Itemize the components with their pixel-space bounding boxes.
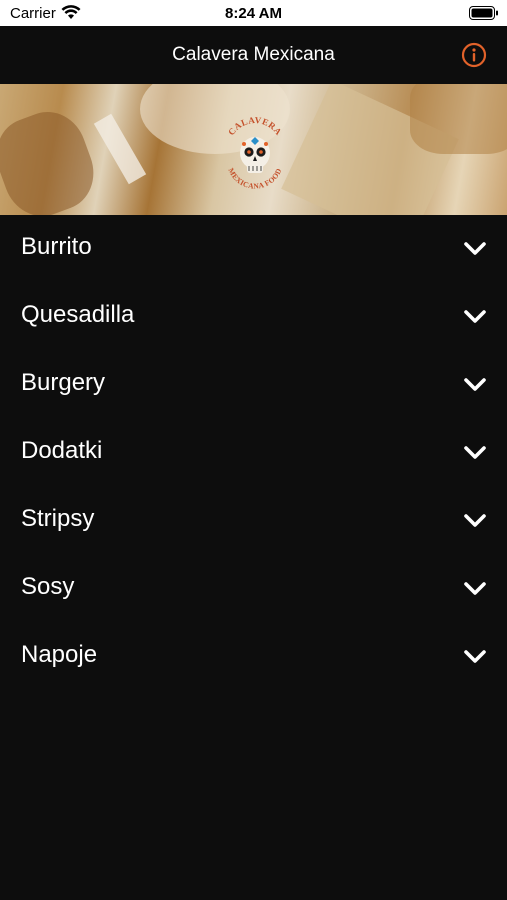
chevron-down-icon[interactable]: [463, 306, 487, 328]
menu-item-burgery[interactable]: Burgery: [0, 351, 507, 419]
page-title: Calavera Mexicana: [172, 44, 335, 65]
menu-item-label: Stripsy: [21, 505, 95, 532]
chevron-down-icon[interactable]: [463, 578, 487, 600]
menu-item-sosy[interactable]: Sosy: [0, 555, 507, 623]
chevron-down-icon[interactable]: [463, 442, 487, 464]
chevron-down-icon[interactable]: [463, 374, 487, 396]
calavera-logo: CALAVERA MEXICANA FOOD: [218, 106, 292, 200]
menu-category-list: Burrito Quesadilla Burgery Dodatki Strip…: [0, 215, 507, 691]
menu-item-stripsy[interactable]: Stripsy: [0, 487, 507, 555]
navigation-bar: Calavera Mexicana: [0, 26, 507, 84]
menu-item-label: Sosy: [21, 573, 75, 600]
chevron-down-icon[interactable]: [463, 646, 487, 668]
menu-item-quesadilla[interactable]: Quesadilla: [0, 283, 507, 351]
menu-item-label: Burrito: [21, 233, 92, 260]
clock: 8:24 AM: [225, 5, 282, 22]
status-bar: Carrier 8:24 AM: [0, 0, 507, 26]
menu-item-label: Quesadilla: [21, 301, 135, 328]
battery-icon: [469, 6, 499, 24]
menu-item-burrito[interactable]: Burrito: [0, 215, 507, 283]
chevron-down-icon[interactable]: [463, 510, 487, 532]
menu-item-label: Napoje: [21, 641, 98, 668]
menu-item-napoje[interactable]: Napoje: [0, 623, 507, 691]
info-button[interactable]: [461, 42, 487, 68]
info-circle-icon: [461, 42, 487, 68]
chevron-down-icon[interactable]: [463, 238, 487, 260]
menu-item-label: Dodatki: [21, 437, 103, 464]
menu-item-label: Burgery: [21, 369, 106, 396]
menu-item-dodatki[interactable]: Dodatki: [0, 419, 507, 487]
svg-text:CALAVERA: CALAVERA: [226, 115, 284, 137]
logo-text-top: CALAVERA: [226, 115, 283, 137]
hero-banner: CALAVERA MEXICANA FOOD: [0, 84, 507, 215]
